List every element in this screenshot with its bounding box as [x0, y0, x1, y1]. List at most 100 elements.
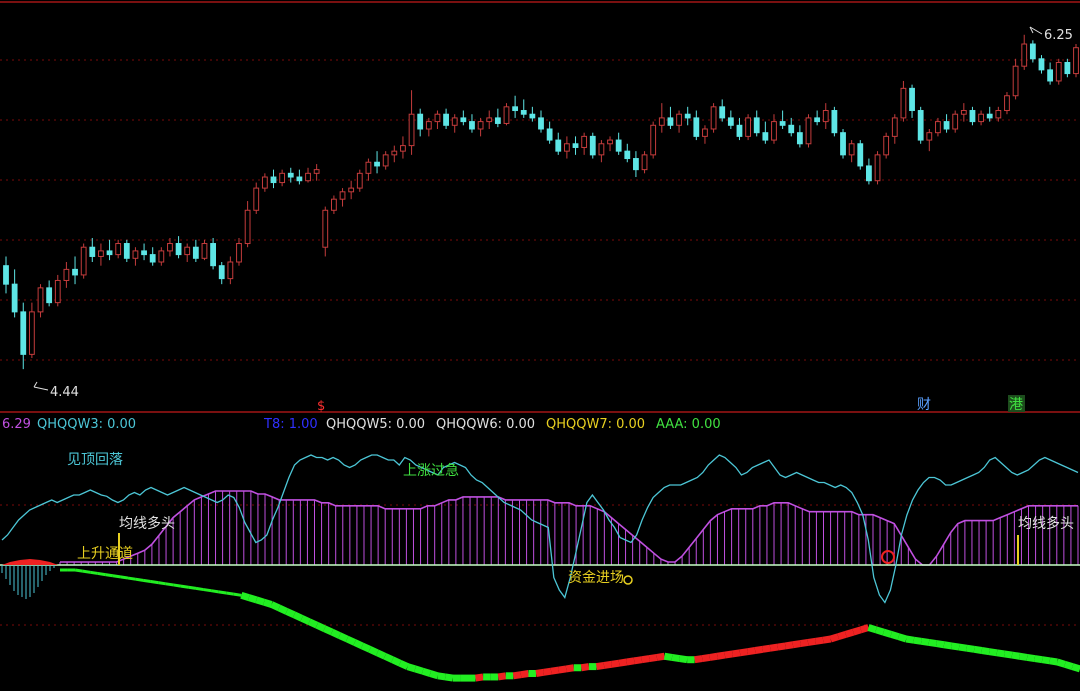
- capital-flow-segment: [1019, 652, 1028, 661]
- capital-flow-segment: [203, 588, 212, 593]
- capital-flow-segment: [874, 626, 885, 636]
- capital-flow-segment: [112, 574, 121, 579]
- header-qhqqw7: QHQQW7: 0.00: [546, 417, 645, 432]
- capital-flow-segment: [784, 641, 794, 650]
- capital-flow-segment: [890, 631, 900, 641]
- capital-flow-segment: [173, 583, 182, 588]
- candle: [1055, 58, 1062, 85]
- capital-flow-segment: [558, 665, 567, 674]
- capital-flow-segment: [307, 618, 319, 629]
- capital-flow-segment: [368, 646, 379, 656]
- capital-flow-segment: [444, 673, 454, 682]
- capital-flow-segment: [928, 638, 937, 648]
- capital-flow-segment: [716, 651, 726, 660]
- capital-flow-segment: [648, 653, 658, 663]
- capital-flow-segment: [837, 631, 847, 641]
- indicator-header: 6.29 QHQQW3: 0.00 T8: 1.00 QHQQW5: 0.00 …: [2, 417, 721, 432]
- capital-flow-segment: [731, 649, 741, 658]
- capital-flow-segment: [247, 594, 258, 604]
- capital-flow-segment: [188, 585, 197, 590]
- candle: [1073, 44, 1079, 78]
- header-value-0: 6.29: [2, 417, 31, 432]
- header-aaa: AAA: 0.00: [656, 417, 721, 432]
- header-qhqqw5: QHQQW5: 0.00: [326, 417, 425, 432]
- candle: [1029, 40, 1036, 63]
- high-label: 6.25: [1044, 28, 1073, 43]
- capital-flow-segment: [97, 571, 106, 577]
- capital-flow-segment: [233, 592, 242, 597]
- candle: [952, 110, 959, 133]
- capital-flow-segment: [709, 652, 718, 661]
- capital-flow-segment: [859, 624, 870, 634]
- stock-chart: 6.25 4.44 $ 财 港 6.29 QHQQW3: 0.00 T8: 1.…: [0, 0, 1080, 691]
- capital-flow-segment: [663, 652, 673, 661]
- capital-flow-segment: [406, 663, 417, 673]
- capital-flow-segment: [867, 624, 878, 634]
- capital-flow-segment: [996, 649, 1005, 658]
- capital-flow-segment: [1034, 655, 1043, 664]
- capital-flow-segment: [603, 660, 613, 669]
- candle: [80, 243, 87, 279]
- capital-flow-segment: [747, 647, 756, 656]
- capital-flow-segment: [270, 601, 281, 612]
- capital-flow-segment: [535, 668, 545, 677]
- capital-flow-segment: [951, 642, 960, 651]
- capital-flow-segment: [89, 570, 99, 575]
- finance-badge[interactable]: 财: [917, 397, 931, 413]
- dollar-icon[interactable]: $: [317, 399, 325, 414]
- capital-flow-segment: [882, 628, 893, 638]
- candle: [857, 140, 864, 170]
- capital-flow-segment: [724, 650, 733, 659]
- capital-flow-segment: [315, 622, 326, 632]
- capital-flow-segment: [543, 667, 552, 676]
- capital-flow-segment: [943, 641, 953, 650]
- capital-flow-segment: [277, 604, 289, 615]
- capital-flow-segment: [421, 667, 432, 677]
- capital-flow-segment: [981, 647, 990, 656]
- capital-flow-segment: [905, 635, 915, 644]
- capital-flow-segment: [105, 573, 114, 578]
- capital-flow-segment: [210, 589, 219, 594]
- capital-flow-segment: [225, 591, 235, 596]
- capital-flow-segment: [390, 656, 402, 667]
- capital-flow-segment: [694, 655, 703, 664]
- capital-flow-segment: [345, 635, 357, 646]
- capital-flow-segment: [626, 657, 635, 666]
- capital-flow-segment: [218, 590, 227, 595]
- capital-flow-segment: [1056, 658, 1066, 668]
- capital-flow-segment: [437, 672, 446, 681]
- capital-flow-segment: [127, 576, 136, 581]
- capital-flow-segment: [429, 670, 439, 680]
- candle: [589, 132, 596, 159]
- capital-flow-segment: [300, 615, 311, 625]
- capital-flow-segment: [679, 655, 688, 664]
- hk-connect-badge[interactable]: 港: [1009, 397, 1023, 413]
- capital-flow-segment: [512, 671, 522, 680]
- capital-flow-segment: [807, 637, 817, 646]
- capital-flow-segment: [195, 586, 204, 592]
- capital-flow-segment: [142, 578, 151, 583]
- capital-flow-segment: [135, 577, 144, 582]
- capital-flow-segment: [777, 642, 786, 651]
- capital-flow-segment: [1041, 656, 1051, 665]
- capital-flow-segment: [322, 625, 334, 636]
- annotation-ma-bull-left: 均线多头: [119, 515, 175, 532]
- capital-flow-segment: [150, 580, 159, 585]
- capital-flow-segment: [633, 656, 643, 665]
- capital-flow-segment: [157, 581, 167, 586]
- capital-flow-segment: [1011, 651, 1021, 660]
- capital-flow-segment: [255, 596, 266, 606]
- capital-flow-segment: [497, 672, 507, 681]
- candle: [1004, 92, 1010, 115]
- capital-flow-segment: [180, 584, 189, 589]
- capital-flow-segment: [966, 644, 975, 653]
- capital-flow-segment: [520, 670, 529, 679]
- candle: [123, 239, 130, 262]
- capital-flow-segment: [550, 666, 560, 675]
- capital-flow-segment: [165, 582, 174, 587]
- capital-flow-segment: [1071, 663, 1080, 673]
- capital-flow-segment: [611, 659, 620, 668]
- capital-flow-segment: [799, 638, 809, 648]
- capital-flow-segment: [973, 645, 983, 654]
- candle: [917, 106, 924, 144]
